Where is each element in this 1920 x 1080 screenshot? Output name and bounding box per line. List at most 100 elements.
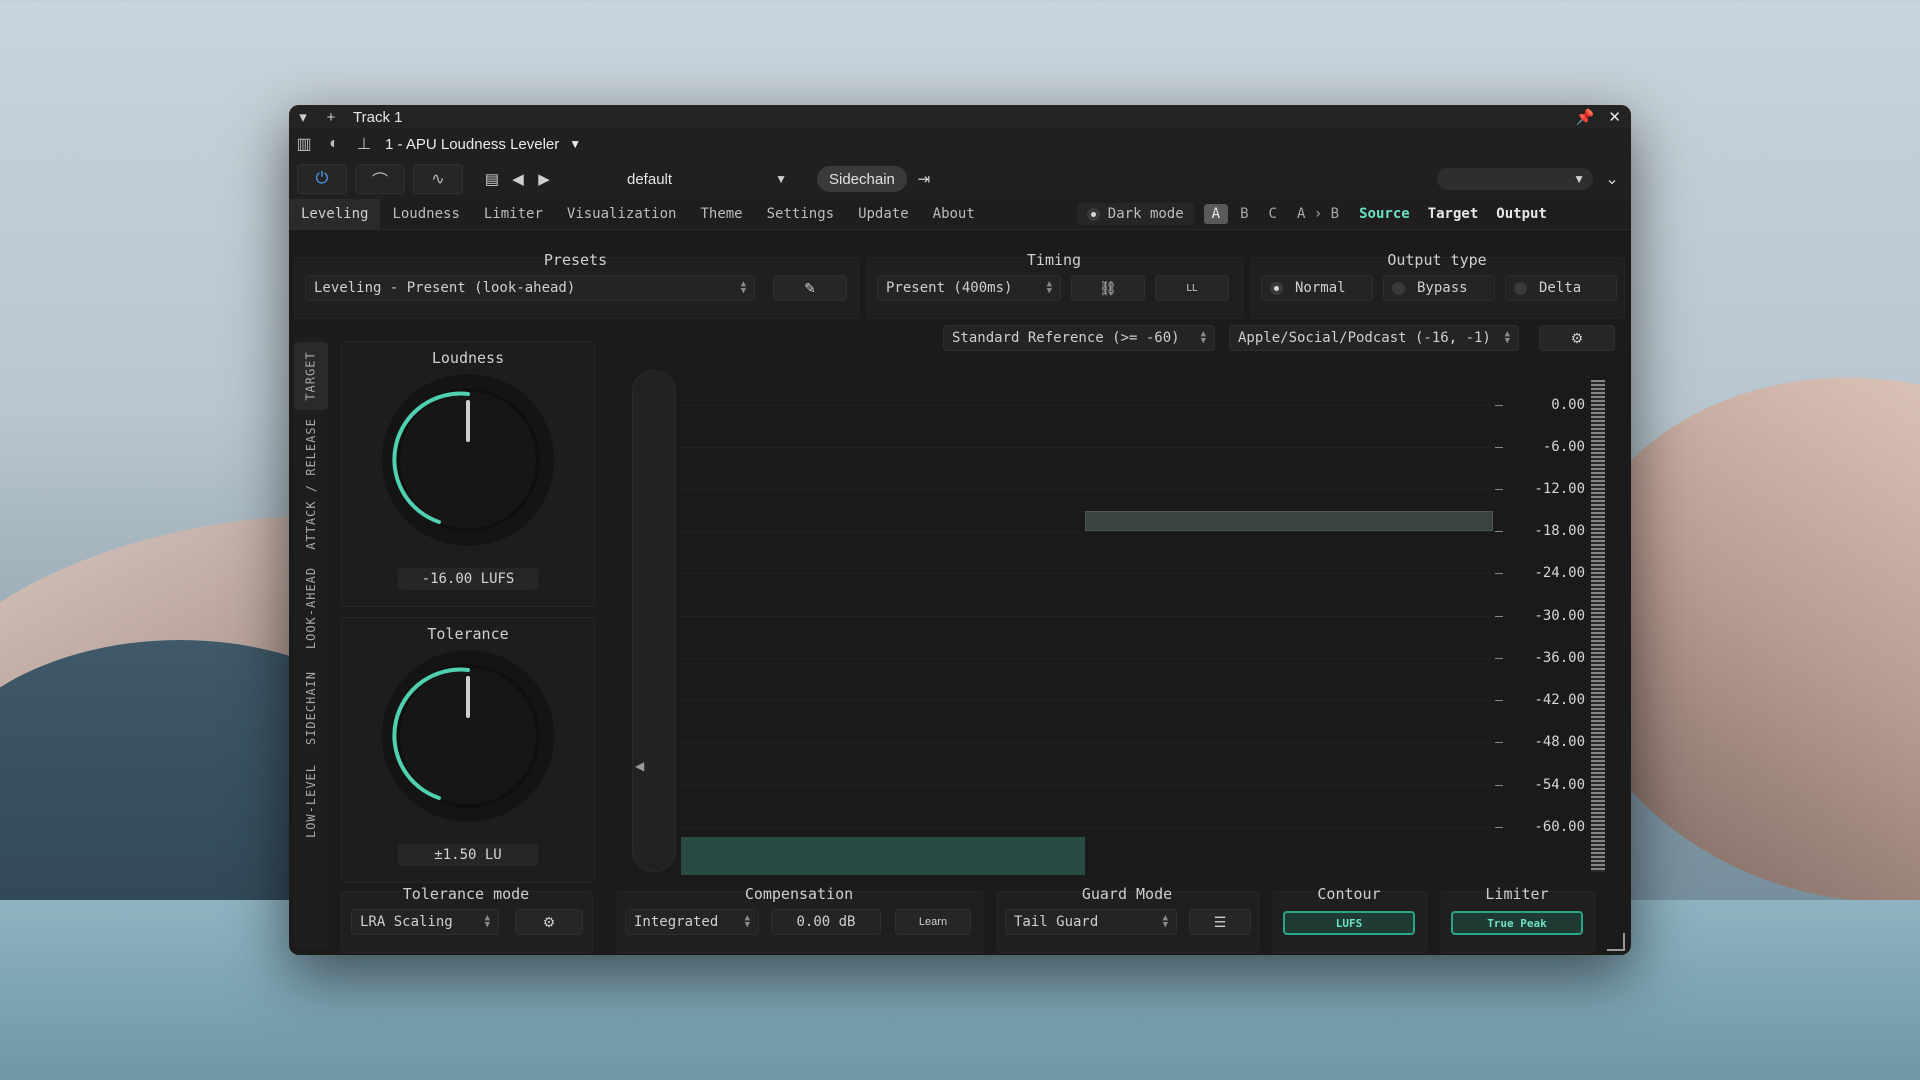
output-normal-option[interactable]: Normal — [1261, 275, 1373, 301]
loudness-knob[interactable] — [380, 372, 556, 548]
output-bypass-option[interactable]: Bypass — [1383, 275, 1495, 301]
add-icon[interactable]: + — [317, 109, 345, 126]
link-button[interactable]: ⛓ — [1071, 275, 1145, 301]
sidechain-button[interactable]: Sidechain — [817, 166, 907, 192]
right-dropdown[interactable]: ▼ — [1437, 168, 1593, 190]
ab-slot-a[interactable]: A — [1203, 204, 1229, 224]
tolerance-value[interactable]: ±1.50 LU — [398, 844, 538, 866]
gridline — [681, 405, 1491, 406]
tab-target[interactable]: Target — [1428, 206, 1479, 222]
stepper-icon: ▲ ▼ — [740, 279, 746, 296]
limiter-value: True Peak — [1487, 916, 1547, 930]
preset-dropdown[interactable]: default ▼ — [627, 165, 787, 193]
tab-output[interactable]: Output — [1496, 206, 1547, 222]
scale-tick — [1495, 700, 1503, 701]
prev-preset-icon[interactable]: ◀ — [505, 165, 531, 193]
side-tab-look-ahead[interactable]: LOOK-AHEAD — [294, 559, 328, 657]
dark-mode-radio[interactable] — [1086, 207, 1100, 221]
bypass-radio[interactable] — [1392, 281, 1405, 295]
curve-button[interactable]: ⌒ — [355, 164, 405, 194]
tab-leveling[interactable]: Leveling — [289, 199, 381, 229]
side-tab-low-level-label: LOW-LEVEL — [304, 763, 318, 839]
loudness-value[interactable]: -16.00 LUFS — [398, 568, 538, 590]
scale-tick — [1495, 489, 1503, 490]
edit-preset-button[interactable]: ✎ — [773, 275, 847, 301]
preset-book-icon[interactable]: ▤ — [479, 165, 505, 193]
stepper-icon: ▲ ▼ — [484, 913, 490, 930]
envelope-button[interactable]: ∿ — [413, 164, 463, 194]
tab-visualization[interactable]: Visualization — [555, 199, 689, 229]
tab-source[interactable]: Source — [1359, 206, 1410, 222]
compensation-mode-dropdown[interactable]: Integrated ▲ ▼ — [625, 909, 759, 935]
side-tab-target[interactable]: TARGET — [294, 342, 328, 410]
target-preset-value: Apple/Social/Podcast (-16, -1) — [1238, 330, 1491, 346]
columns-icon[interactable]: ▥ — [289, 134, 319, 154]
pin-icon[interactable]: 📌 — [1576, 108, 1595, 126]
dark-mode-label: Dark mode — [1107, 206, 1184, 222]
normal-label: Normal — [1295, 280, 1346, 296]
timing-dropdown[interactable]: Present (400ms) ▲ ▼ — [877, 275, 1061, 301]
tolerance-panel: Tolerance ±1.50 LU — [341, 617, 595, 883]
guard-settings-button[interactable]: ☰ — [1189, 909, 1251, 935]
target-range-bar — [1085, 511, 1493, 531]
tab-update[interactable]: Update — [846, 199, 921, 229]
scale-tick — [1495, 573, 1503, 574]
close-icon[interactable]: ✕ — [1608, 108, 1621, 126]
plugin-name[interactable]: 1 - APU Loudness Leveler — [385, 136, 559, 153]
gridline — [681, 447, 1491, 448]
tolerance-settings-button[interactable]: ⚙ — [515, 909, 583, 935]
ll-button[interactable]: LL — [1155, 275, 1229, 301]
collapse-icon[interactable]: ▾ — [289, 108, 317, 126]
tab-about[interactable]: About — [921, 199, 987, 229]
expand-icon[interactable]: ⌄ — [1593, 169, 1631, 189]
tab-theme[interactable]: Theme — [688, 199, 754, 229]
slider-handle-icon[interactable]: ◀ — [635, 759, 644, 773]
tab-settings[interactable]: Settings — [755, 199, 846, 229]
tolerance-knob[interactable] — [380, 648, 556, 824]
side-tab-sidechain[interactable]: SIDECHAIN — [294, 665, 328, 751]
side-tab-attack-release[interactable]: ATTACK / RELEASE — [294, 417, 328, 551]
half-circle-icon[interactable]: ◐ — [319, 135, 349, 153]
ab-slot-b[interactable]: B — [1232, 204, 1256, 224]
ab-copy[interactable]: A › B — [1289, 204, 1347, 224]
link-icon: ⛓ — [1099, 279, 1117, 296]
side-tab-low-level[interactable]: LOW-LEVEL — [294, 759, 328, 843]
resize-handle-icon[interactable] — [1607, 933, 1625, 951]
level-meter — [1591, 380, 1605, 872]
tab-limiter[interactable]: Limiter — [472, 199, 555, 229]
ll-label: LL — [1186, 282, 1198, 294]
tab-loudness[interactable]: Loudness — [380, 199, 471, 229]
output-delta-option[interactable]: Delta — [1505, 275, 1617, 301]
contour-lufs-button[interactable]: LUFS — [1283, 911, 1415, 935]
normal-radio[interactable] — [1270, 281, 1283, 295]
gain-slider[interactable]: ◀ — [632, 370, 676, 872]
timing-label: Timing — [1026, 251, 1082, 269]
reference-dropdown[interactable]: Standard Reference (>= -60) ▲ ▼ — [943, 325, 1215, 351]
side-tab-look-ahead-label: LOOK-AHEAD — [304, 566, 318, 650]
tolerance-mode-dropdown[interactable]: LRA Scaling ▲ ▼ — [351, 909, 499, 935]
loudness-panel: Loudness -16.00 LUFS — [341, 341, 595, 607]
target-preset-dropdown[interactable]: Apple/Social/Podcast (-16, -1) ▲ ▼ — [1229, 325, 1519, 351]
side-tab-target-label: TARGET — [304, 351, 319, 401]
signal-view-tabs: Source Target Output — [1359, 206, 1547, 222]
dark-mode-toggle[interactable]: Dark mode — [1076, 203, 1194, 225]
side-tab-sidechain-label: SIDECHAIN — [304, 670, 318, 746]
tabs-row: Leveling Loudness Limiter Visualization … — [289, 199, 1631, 230]
plugin-dropdown-icon[interactable]: ▼ — [569, 137, 581, 151]
next-preset-icon[interactable]: ▶ — [531, 165, 557, 193]
timing-value: Present (400ms) — [886, 280, 1013, 296]
toolbar: ⏻ ⌒ ∿ ▤ ◀ ▶ default ▼ Sidechain ⇥ ▼ ⌄ — [289, 159, 1631, 199]
sidechain-input-icon[interactable]: ⇥ — [911, 165, 937, 193]
power-button[interactable]: ⏻ — [297, 164, 347, 194]
delta-radio[interactable] — [1514, 281, 1527, 295]
compensation-value-field[interactable]: 0.00 dB — [771, 909, 881, 935]
gridline — [681, 827, 1491, 828]
limiter-true-peak-button[interactable]: True Peak — [1451, 911, 1583, 935]
learn-button[interactable]: Learn — [895, 909, 971, 935]
graph-settings-button[interactable]: ⚙ — [1539, 325, 1615, 351]
routing-icon[interactable]: ⊥ — [349, 134, 379, 154]
ab-slot-c[interactable]: C — [1261, 204, 1285, 224]
gear-icon: ⚙ — [1570, 329, 1584, 346]
presets-dropdown[interactable]: Leveling - Present (look-ahead) ▲ ▼ — [305, 275, 755, 301]
guard-mode-dropdown[interactable]: Tail Guard ▲ ▼ — [1005, 909, 1177, 935]
